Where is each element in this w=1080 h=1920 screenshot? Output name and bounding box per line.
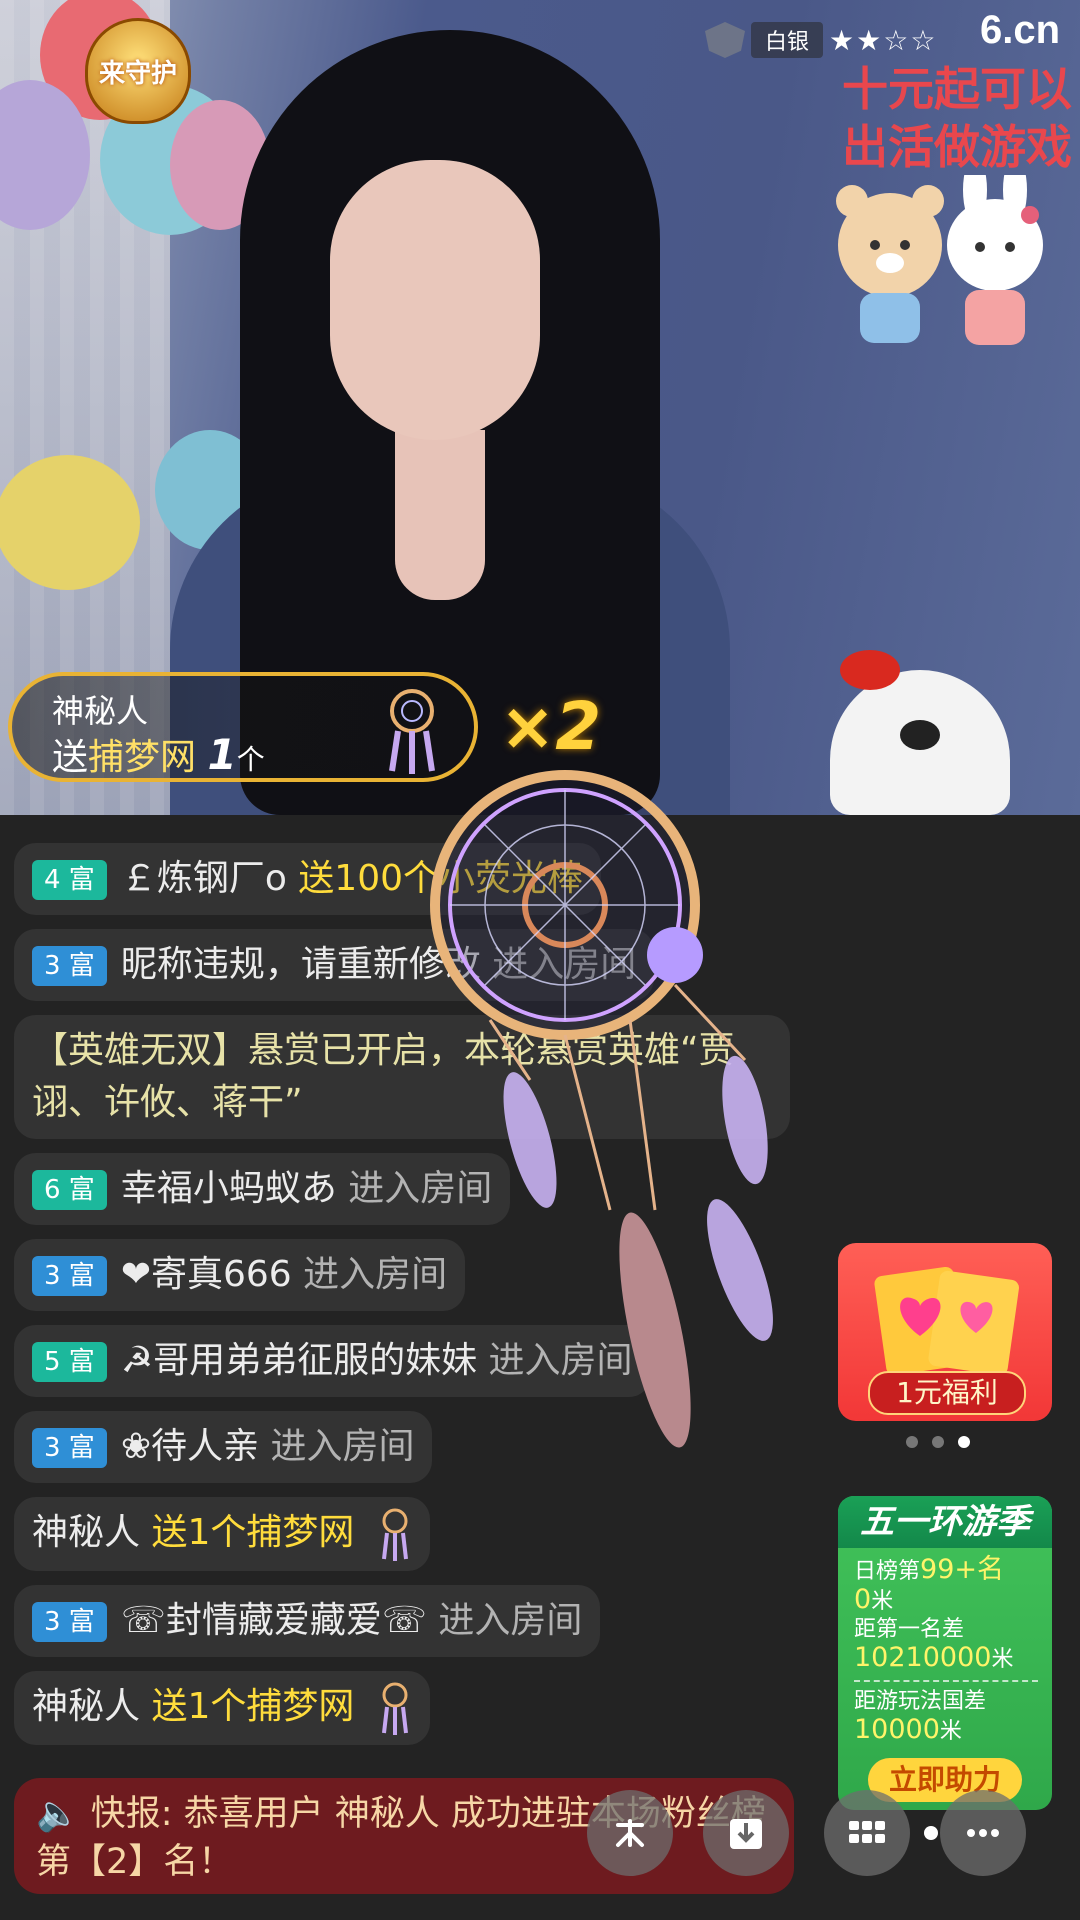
gift-count: 1 [207,730,237,779]
anchor-rank[interactable]: 白银 ★★☆☆ [705,20,937,60]
promo-line-1: 十元起可以 [842,62,1072,116]
chat-gift: 送1个捕梦网 [151,1512,355,1553]
promo-line-2: 出活做游戏 [842,120,1072,174]
plush-toy [830,650,1010,815]
chat-message[interactable]: 3 富 ☏封情藏爱藏爱☏ 进入房间 [14,1585,601,1657]
gift-line: 送捕梦网 1个 [52,728,265,780]
chat-action: 进入房间 [270,1426,415,1467]
chat-username[interactable]: 幸福小蚂蚁あ [121,1168,337,1209]
chat-action: 进入房间 [303,1254,448,1295]
site-logo: 6.cn [980,8,1061,52]
rich-level-badge: 3 富 [32,1256,107,1296]
first-gap-value: 10210000 [854,1642,992,1673]
chat-gift-message[interactable]: 神秘人 送1个捕梦网 [14,1671,430,1745]
streamer-neck [395,430,485,600]
gift-verb: 送 [52,737,89,778]
chat-message[interactable]: 3 富 ❤寄真666 进入房间 [14,1239,466,1311]
first-gap-unit: 米 [991,1647,1014,1672]
nation-gap-value: 10000 [854,1714,940,1745]
grid-menu-button[interactable] [824,1790,910,1876]
rich-level-badge: 6 富 [32,1170,107,1210]
guard-badge-label: 来守护 [98,58,177,89]
nation-gap-label: 距游玩法国差 [854,1689,987,1714]
rich-level-badge: 3 富 [32,946,107,986]
gift-fan-button[interactable] [587,1790,673,1876]
balloon-yellow [0,455,140,590]
welfare-promo-card[interactable]: 1元福利 [838,1243,1052,1421]
chat-username[interactable]: 神秘人 [32,1512,140,1553]
distance-unit: 米 [871,1589,894,1614]
chat-gift-message[interactable]: 神秘人 送1个捕梦网 [14,1497,430,1571]
nation-gap-unit: 米 [939,1719,962,1744]
toolbar-indicator [924,1826,938,1840]
dreamcatcher-gift-animation [430,770,773,1448]
rank-name: 白银 [751,22,824,58]
welfare-label: 1元福利 [868,1371,1026,1415]
dreamcatcher-icon [381,1682,408,1735]
speaker-icon: 🔈 [36,1794,80,1834]
first-gap-label: 距第一名差 [854,1617,965,1642]
rank-label: 日榜第 [854,1559,921,1584]
more-icon [967,1829,999,1837]
chat-action: 进入房间 [438,1600,583,1641]
chat-username[interactable]: 神秘人 [32,1686,140,1727]
event-title: 五一环游季 [838,1496,1052,1548]
event-ranking-card[interactable]: 五一环游季 日榜第99+名 0米 距第一名差 10210000米 距游玩法国差 … [838,1496,1052,1810]
chat-username[interactable]: ￡炼钢厂o [121,858,287,899]
carousel-dot[interactable] [932,1436,944,1448]
download-button[interactable] [703,1790,789,1876]
bear-rabbit-sticker [836,175,1043,345]
guard-badge[interactable]: 来守护 [85,18,191,124]
distance-value: 0 [854,1584,872,1615]
gift-fan-icon [616,1819,644,1847]
chat-message[interactable]: 3 富 ❀待人亲 进入房间 [14,1411,433,1483]
news-flash[interactable]: 🔈 快报: 恭喜用户 神秘人 成功进驻本场粉丝榜第【2】名！ [14,1778,794,1894]
gift-sender: 神秘人 [52,692,149,730]
chat-username[interactable]: ❀待人亲 [121,1426,259,1467]
chat-username[interactable]: ❤寄真666 [121,1254,292,1295]
promo-carousel-dots[interactable] [906,1436,970,1448]
rich-level-badge: 5 富 [32,1342,107,1382]
chat-gift: 送1个捕梦网 [151,1686,355,1727]
rich-level-badge: 3 富 [32,1602,107,1642]
gift-notification-banner: 神秘人 送捕梦网 1个 [8,672,478,782]
gift-name: 捕梦网 [88,737,197,778]
grid-icon [849,1821,885,1843]
rank-value: 99+名 [920,1554,1004,1585]
carousel-dot-active[interactable] [958,1436,970,1448]
rich-level-badge: 4 富 [32,860,107,900]
streamer-face [330,160,540,440]
rich-level-badge: 3 富 [32,1428,107,1468]
chat-username[interactable]: ☏封情藏爱藏爱☏ [121,1600,427,1641]
carousel-dot[interactable] [906,1436,918,1448]
gift-unit: 个 [236,743,265,776]
rank-shield-icon [705,22,745,58]
stream-promo-text: 十元起可以 出活做游戏 [842,60,1072,176]
event-stats: 日榜第99+名 0米 距第一名差 10210000米 距游玩法国差 10000米 [854,1556,1038,1746]
dreamcatcher-icon [381,1508,408,1561]
chat-username[interactable]: ☭哥用弟弟征服的妹妹 [121,1340,477,1381]
more-button[interactable] [940,1790,1026,1876]
heart-cards-icon [874,1266,1019,1371]
chat-username[interactable]: 昵称违规，请重新修改 [121,944,481,985]
divider [854,1680,1038,1682]
download-icon [730,1819,762,1849]
rank-stars: ★★☆☆ [829,23,938,57]
